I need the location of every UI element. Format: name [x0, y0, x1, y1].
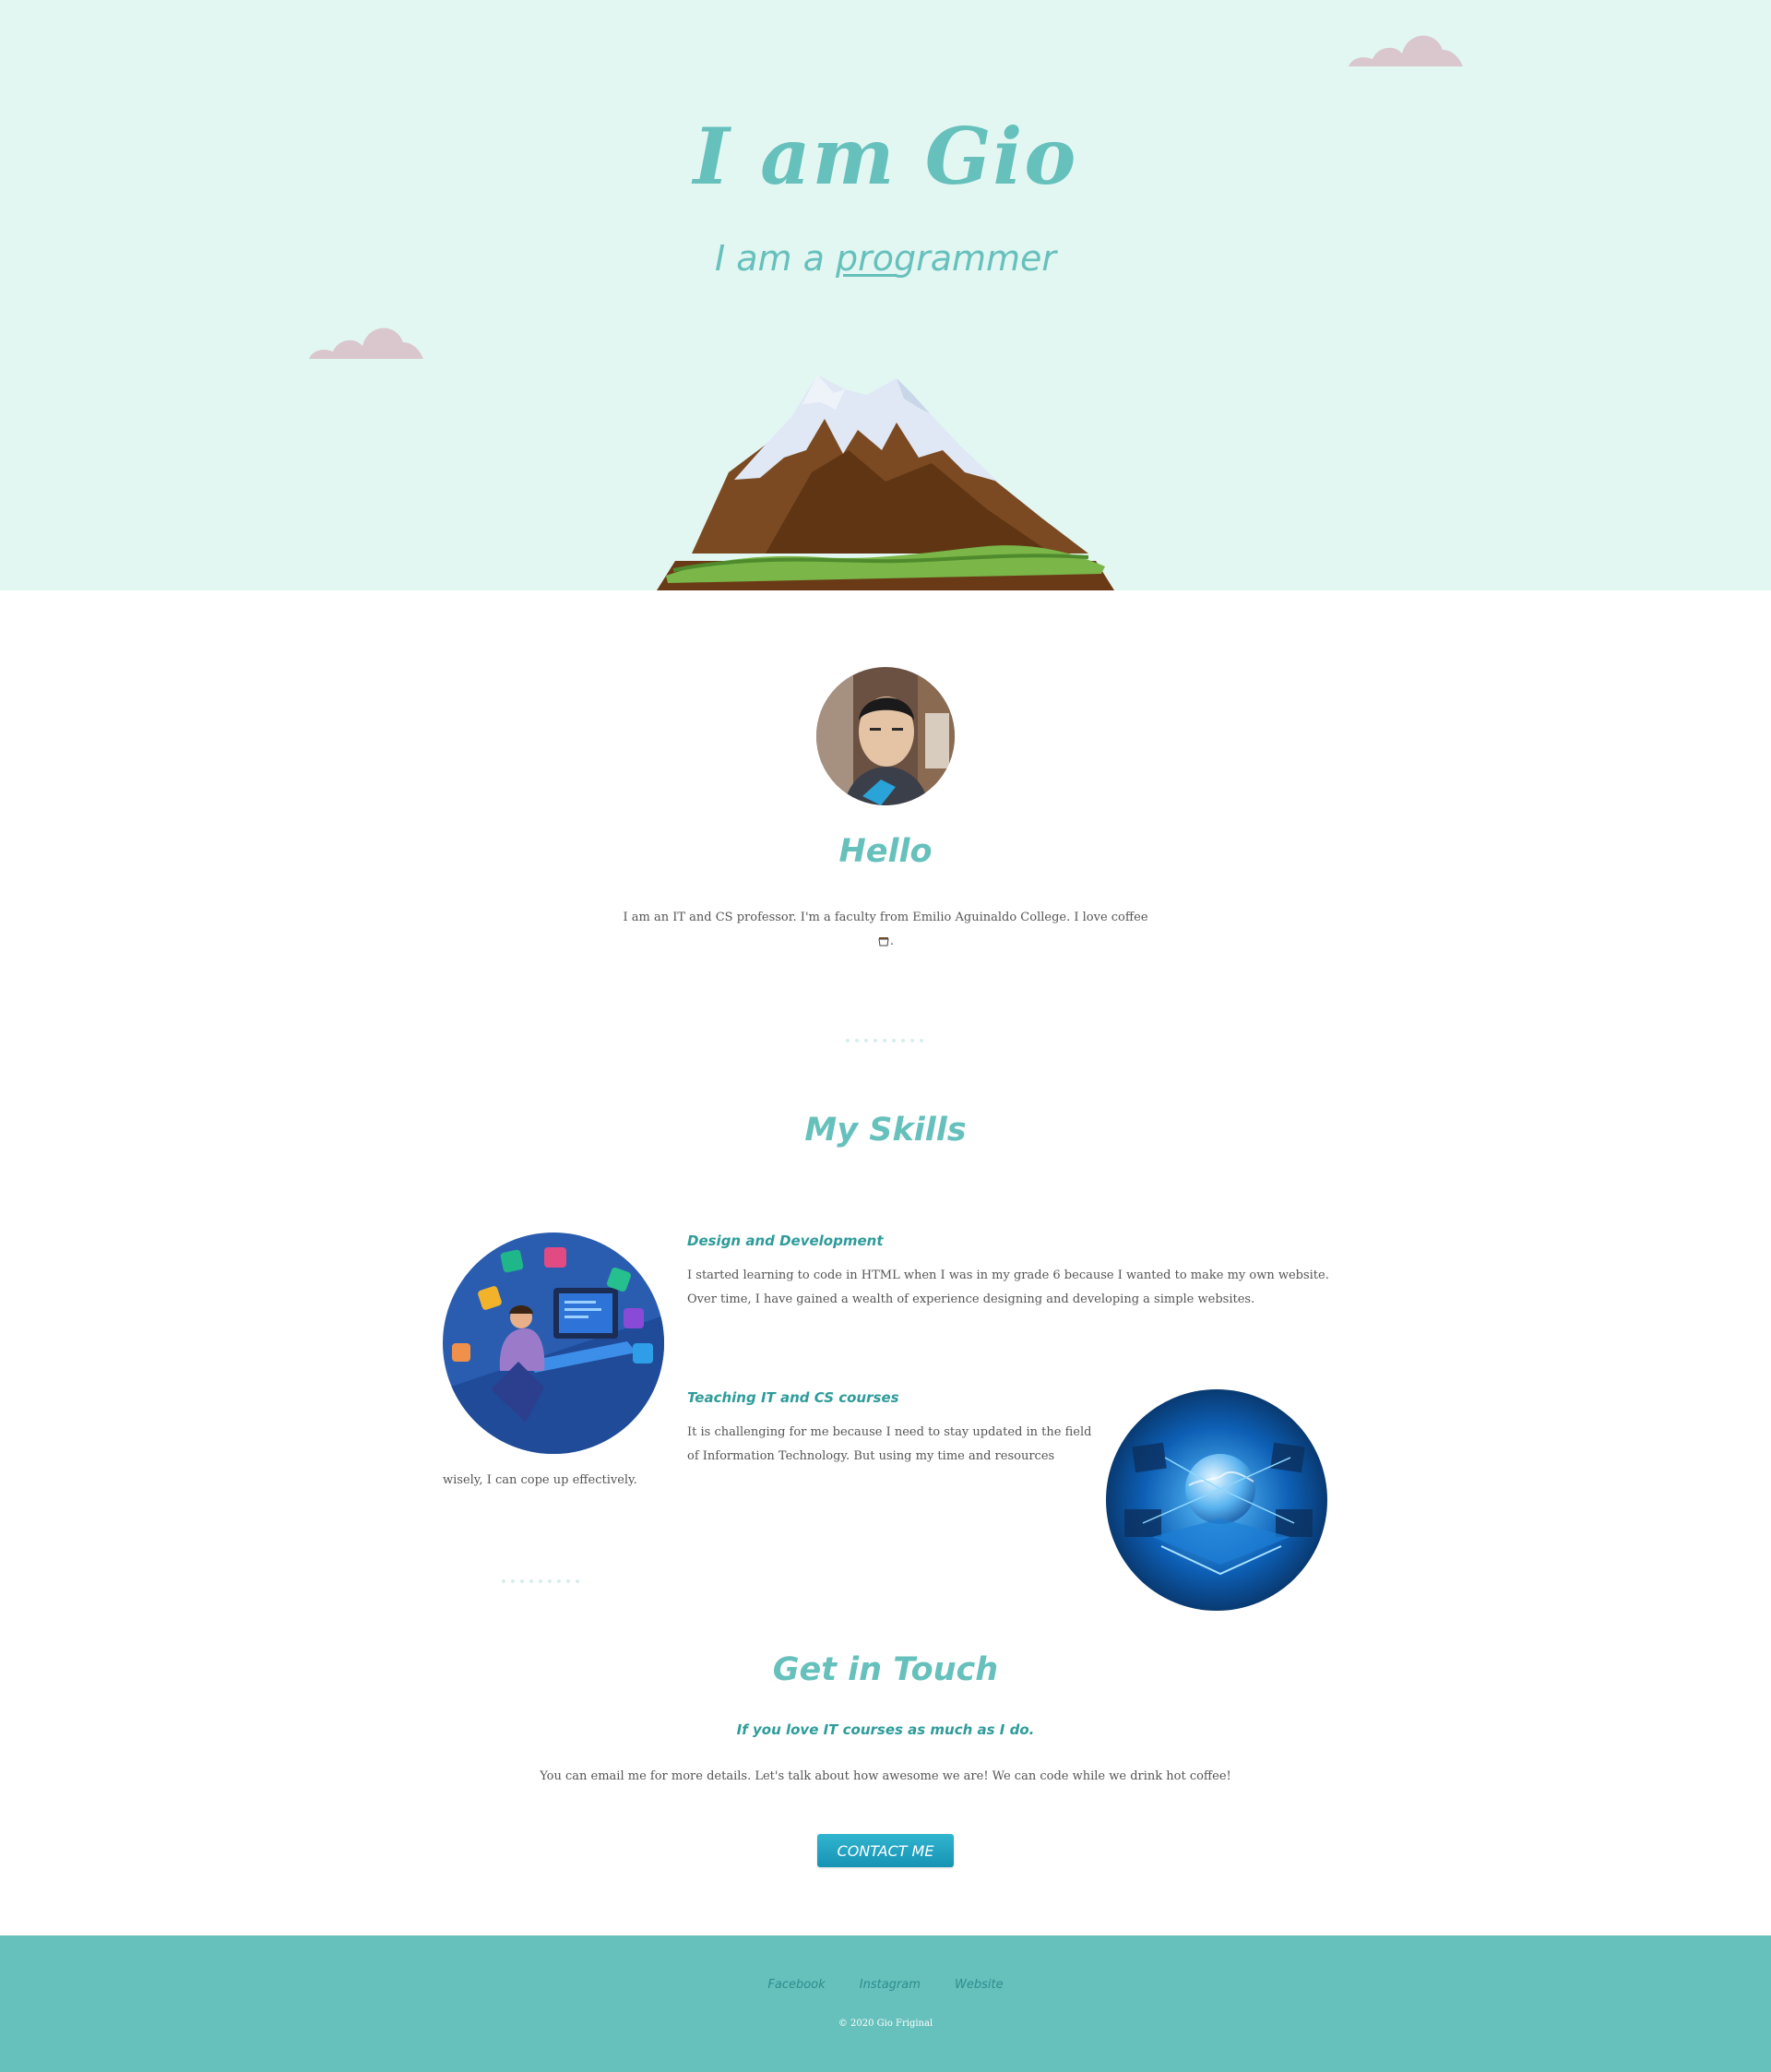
- hero-section: I am Gio I am a programmer: [0, 0, 1771, 590]
- hero-subtitle-word: programmer: [835, 238, 1057, 279]
- coffee-cup-icon: [878, 937, 889, 947]
- footer-links: Facebook Instagram Website: [0, 1974, 1771, 1992]
- skills-title: My Skills: [804, 1112, 967, 1149]
- contact-title: Get in Touch: [772, 1651, 999, 1688]
- hero-subtitle: I am a programmer: [0, 238, 1771, 279]
- footer: Facebook Instagram Website © 2020 Gio Fr…: [0, 1935, 1771, 2072]
- about-title: Hello: [838, 833, 933, 870]
- skill-text-design: I started learning to code in HTML when …: [687, 1268, 1329, 1306]
- contact-tagline: If you love IT courses as much as I do.: [736, 1721, 1035, 1738]
- mountain-illustration: [657, 375, 1114, 590]
- about-text: I am an IT and CS professor. I'm a facul…: [517, 906, 1254, 954]
- footer-copyright: © 2020 Gio Friginal: [838, 2018, 933, 2029]
- skill-heading-design: Design and Development: [687, 1232, 884, 1249]
- footer-link-instagram[interactable]: Instagram: [860, 1978, 921, 1992]
- divider-dots: [846, 1029, 929, 1042]
- skill-heading-teaching: Teaching IT and CS courses: [687, 1389, 899, 1406]
- developer-illustration: [443, 1232, 664, 1454]
- contact-text: You can email me for more details. Let's…: [540, 1769, 1231, 1783]
- hero-subtitle-prefix: I am a: [714, 238, 836, 279]
- about-text-end: .: [889, 935, 895, 948]
- skill-text-teaching-wrap: wisely, I can cope up effectively.: [443, 1473, 637, 1487]
- divider-dots: [502, 1569, 585, 1583]
- hero-title: I am Gio: [693, 111, 1078, 202]
- cloud-icon: [1349, 35, 1463, 66]
- cloud-icon: [309, 327, 423, 359]
- avatar: [816, 667, 955, 805]
- globe-network-illustration: [1106, 1389, 1327, 1611]
- skill-text-teaching: It is challenging for me because I need …: [687, 1425, 1092, 1463]
- about-text-body: I am an IT and CS professor. I'm a facul…: [623, 911, 1148, 924]
- contact-me-button[interactable]: CONTACT ME: [817, 1834, 954, 1867]
- footer-link-facebook[interactable]: Facebook: [767, 1978, 825, 1992]
- footer-link-website[interactable]: Website: [955, 1978, 1004, 1992]
